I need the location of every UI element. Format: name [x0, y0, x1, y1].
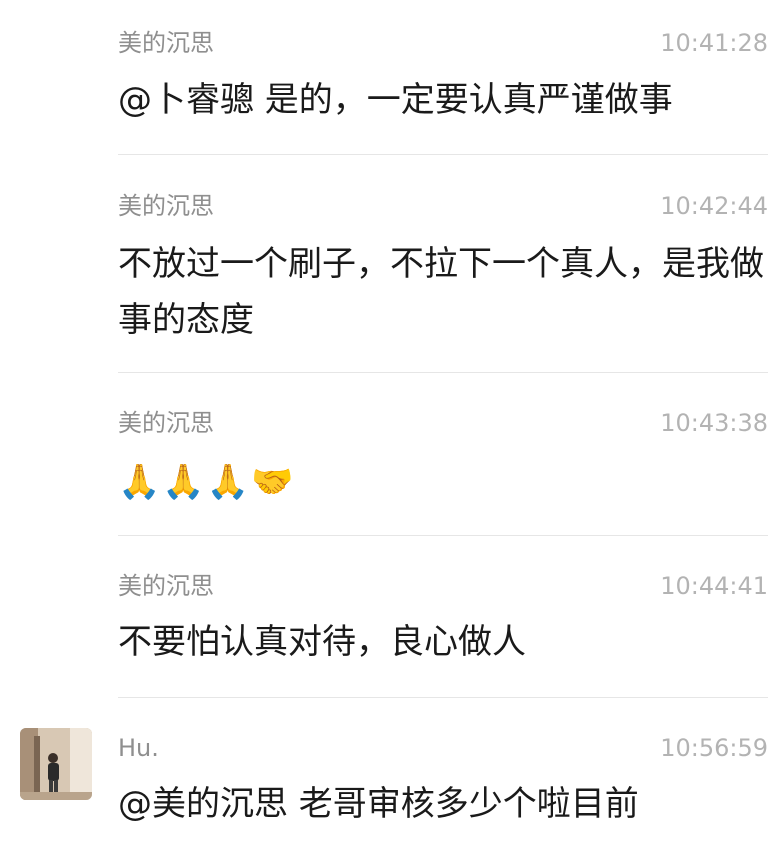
divider [118, 697, 768, 698]
message-text[interactable]: 不放过一个刷子，不拉下一个真人，是我做事的态度 [118, 236, 770, 348]
divider [118, 372, 768, 373]
message-time: 10:56:59 [660, 734, 768, 762]
avatar[interactable] [20, 728, 92, 800]
message-text[interactable]: @卜睿骢 是的，一定要认真严谨做事 [118, 72, 770, 128]
message-text[interactable]: @美的沉思 老哥审核多少个啦目前 [118, 776, 770, 832]
message-time: 10:44:41 [660, 572, 768, 600]
message-time: 10:43:38 [660, 409, 768, 437]
chat-message-list: 美的沉思 10:41:28 @卜睿骢 是的，一定要认真严谨做事 美的沉思 10:… [0, 0, 780, 856]
sender-name[interactable]: 美的沉思 [118, 408, 214, 438]
divider [118, 535, 768, 536]
sender-name[interactable]: 美的沉思 [118, 28, 214, 58]
message-text[interactable]: 不要怕认真对待，良心做人 [118, 614, 770, 670]
message-time: 10:42:44 [660, 192, 768, 220]
sender-name[interactable]: Hu. [118, 733, 159, 763]
sender-name[interactable]: 美的沉思 [118, 571, 214, 601]
message-time: 10:41:28 [660, 29, 768, 57]
avatar-photo-icon [20, 728, 92, 800]
divider [118, 154, 768, 155]
sender-name[interactable]: 美的沉思 [118, 191, 214, 221]
message-emoji-text[interactable]: 🙏🙏🙏🤝 [118, 454, 770, 510]
